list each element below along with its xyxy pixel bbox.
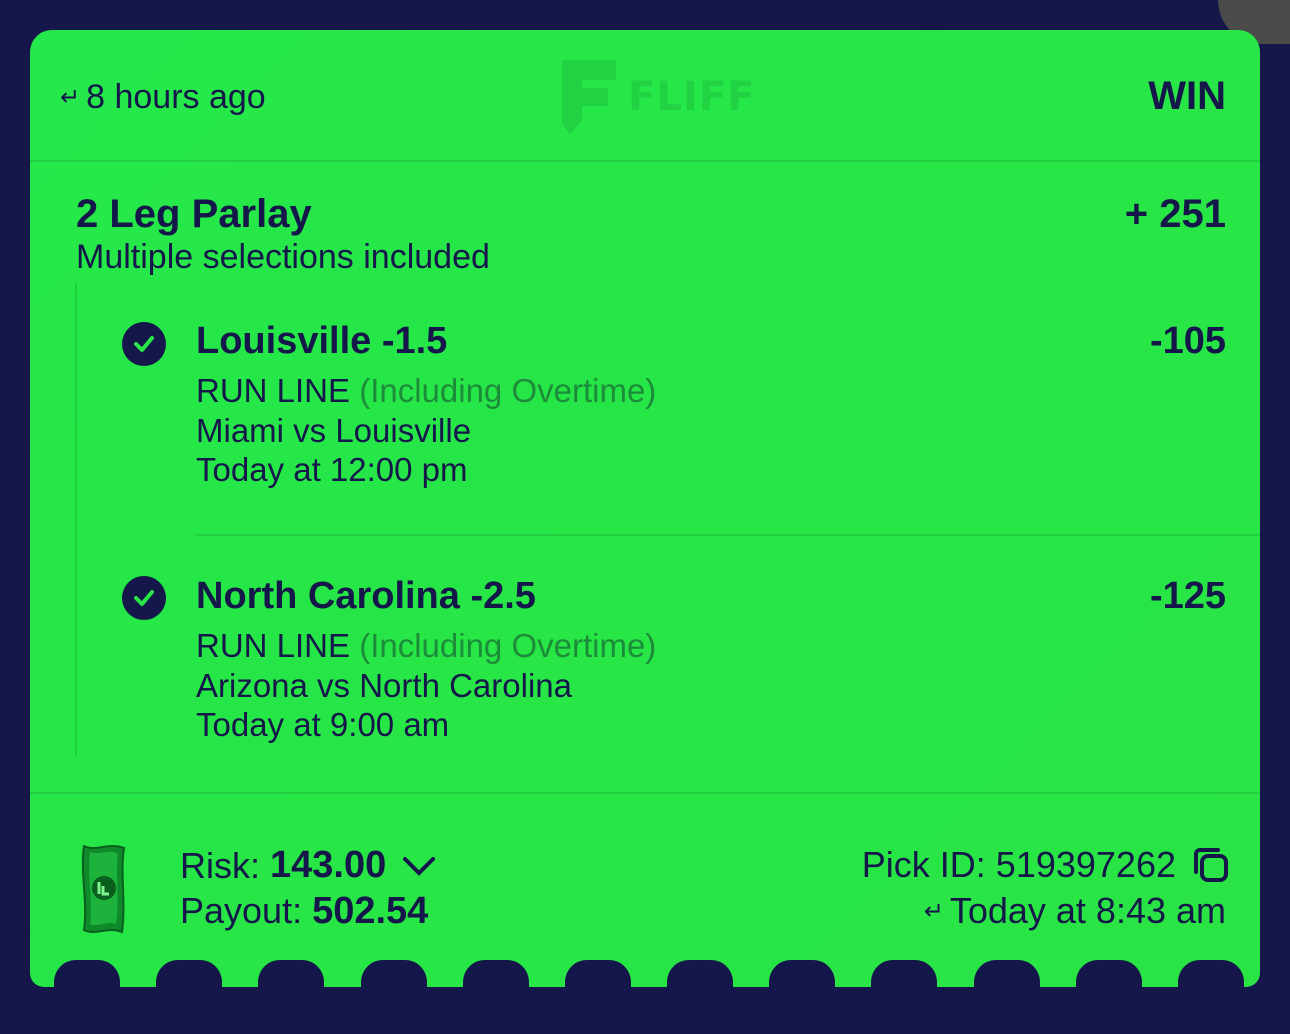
perforation-hole [667,960,734,987]
perforation-hole [973,960,1040,987]
check-circle-icon [122,576,166,620]
chevron-down-icon[interactable] [402,855,436,877]
return-arrow-icon: ↵ [923,897,944,925]
leg-time: Today at 9:00 am [196,706,450,743]
leg-selection: North Carolina -2.5 [196,575,536,617]
perforation-hole [54,960,120,987]
leg-matchup: Miami vs Louisville [196,412,472,449]
ticket-header: ↵ 8 hours ago FLIFF WIN [30,30,1260,162]
leg-odds: -125 [1149,575,1226,617]
parlay-title: 2 Leg Parlay [76,192,312,236]
parlay-odds: + 251 [1124,192,1226,236]
perforation-hole [360,960,427,987]
perforation-hole [258,960,325,987]
parlay-subtitle: Multiple selections included [76,238,490,276]
fliff-logo-icon [562,60,616,134]
market-note: (Including Overtime) [359,627,657,664]
leg-selection: Louisville -1.5 [196,320,448,362]
leg-divider [196,534,1260,536]
fliff-logo: FLIFF [560,58,755,136]
market-type: RUN LINE [196,627,351,664]
perforation-hole [769,960,836,987]
time-ago: ↵ 8 hours ago [60,78,266,117]
risk-row[interactable]: Risk: 143.00 [180,844,436,887]
pick-id-row[interactable]: Pick ID: 519397262 [862,844,1230,886]
leg-time: Today at 12:00 pm [196,451,468,488]
payout-value: 502.54 [312,890,429,932]
leg-matchup: Arizona vs North Carolina [196,667,572,704]
perforation-hole [564,960,631,987]
pick-id-label: Pick ID: [861,844,986,885]
ticket-perforation [54,960,1244,987]
bet-ticket[interactable]: ↵ 8 hours ago FLIFF WIN 2 Leg Parlay Mul… [30,30,1260,987]
risk-value: 143.00 [270,844,387,886]
payout-label: Payout: [180,890,303,931]
payout-row: Payout: 502.54 [180,890,428,933]
leg-market: RUN LINE (Including Overtime) [196,372,656,410]
return-arrow-icon: ↵ [60,84,81,111]
check-circle-icon [122,322,166,366]
risk-label: Risk: [180,844,260,886]
perforation-hole [462,960,529,987]
time-ago-label: 8 hours ago [86,78,266,116]
legs-rail [75,283,77,756]
perforation-hole [871,960,938,987]
pick-id-value: 519397262 [995,844,1176,885]
result-badge: WIN [1148,74,1226,118]
placed-time: Today at 8:43 am [949,890,1226,931]
market-type: RUN LINE [196,372,351,409]
perforation-hole [1075,960,1142,987]
footer-divider [30,792,1260,794]
cash-icon [81,844,126,934]
perforation-hole [156,960,223,987]
logo-text: FLIFF [628,74,756,120]
leg-market: RUN LINE (Including Overtime) [196,627,656,665]
perforation-hole [1177,960,1244,987]
copy-icon[interactable] [1192,846,1230,884]
market-note: (Including Overtime) [359,372,657,409]
leg-odds: -105 [1149,320,1226,362]
placed-time-row: ↵ Today at 8:43 am [924,890,1226,932]
